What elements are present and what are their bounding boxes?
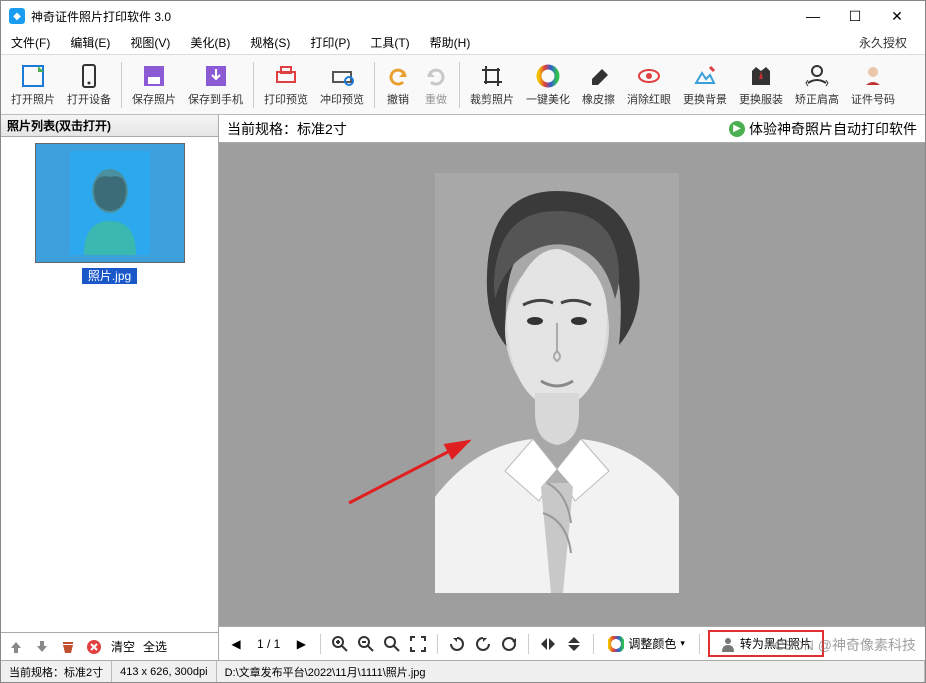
menu-help[interactable]: 帮助(H): [424, 32, 477, 53]
promo-link[interactable]: ▶ 体验神奇照片自动打印软件: [729, 119, 917, 139]
save-photo-button[interactable]: 保存照片: [126, 63, 182, 107]
bg-icon: [692, 63, 718, 89]
print-icon: [273, 63, 299, 89]
main-area: 照片列表(双击打开) 照片.jpg 清空 全选 当前规格： 标准2寸: [1, 115, 925, 660]
menubar: 文件(F) 编辑(E) 视图(V) 美化(B) 规格(S) 打印(P) 工具(T…: [1, 31, 925, 55]
annotation-arrow: [339, 433, 479, 513]
spec-label: 当前规格：: [227, 119, 297, 139]
license-label: 永久授权: [853, 32, 913, 53]
next-page-button[interactable]: ▶: [290, 633, 312, 655]
status-path: D:\文章发布平台\2022\11月\1111\照片.jpg: [217, 661, 925, 682]
idnum-icon: [860, 63, 886, 89]
photo-canvas[interactable]: [219, 143, 925, 626]
dropdown-icon: ▾: [680, 638, 685, 649]
undo-icon: [385, 63, 411, 89]
spec-value: 标准2寸: [297, 119, 347, 139]
sidebar: 照片列表(双击打开) 照片.jpg 清空 全选: [1, 115, 219, 660]
app-icon: ◆: [9, 8, 25, 24]
statusbar: 当前规格：标准2寸 413 x 626, 300dpi D:\文章发布平台\20…: [1, 660, 925, 682]
photo-thumb-frame: [35, 143, 185, 263]
menu-file[interactable]: 文件(F): [5, 32, 56, 53]
maximize-button[interactable]: ☐: [835, 2, 875, 30]
photo-thumb-caption: 照片.jpg: [35, 267, 185, 284]
save-phone-button[interactable]: 保存到手机: [182, 63, 249, 107]
id-number-button[interactable]: 证件号码: [845, 63, 901, 107]
flip-h-button[interactable]: [537, 633, 559, 655]
photo-preview: [435, 173, 679, 593]
adjust-color-button[interactable]: 调整颜色 ▾: [602, 633, 691, 654]
sidebar-header: 照片列表(双击打开): [1, 115, 218, 137]
save-phone-icon: [203, 63, 229, 89]
spec-bar: 当前规格： 标准2寸 ▶ 体验神奇照片自动打印软件: [219, 115, 925, 143]
open-device-button[interactable]: 打开设备: [61, 63, 117, 107]
zoom-out-button[interactable]: [355, 633, 377, 655]
menu-edit[interactable]: 编辑(E): [64, 32, 116, 53]
crop-button[interactable]: 裁剪照片: [464, 63, 520, 107]
photo-thumb[interactable]: 照片.jpg: [35, 143, 185, 284]
device-icon: [76, 63, 102, 89]
eraser-button[interactable]: 橡皮擦: [576, 63, 621, 107]
titlebar: ◆ 神奇证件照片打印软件 3.0 — ☐ ✕: [1, 1, 925, 31]
photo-list: 照片.jpg: [1, 137, 218, 632]
fullscreen-button[interactable]: [407, 633, 429, 655]
crop-icon: [479, 63, 505, 89]
menu-print[interactable]: 打印(P): [304, 32, 356, 53]
remove-button[interactable]: [85, 638, 103, 656]
open-photo-icon: [20, 63, 46, 89]
promo-icon: ▶: [729, 121, 745, 137]
print-preview-button[interactable]: 打印预览: [258, 63, 314, 107]
move-up-button[interactable]: [7, 638, 25, 656]
delete-button[interactable]: [59, 638, 77, 656]
photo-thumb-image: [70, 151, 150, 255]
change-clothes-button[interactable]: 更换服装: [733, 63, 789, 107]
redo-button[interactable]: 重做: [417, 63, 455, 107]
flip-v-button[interactable]: [563, 633, 585, 655]
clothes-icon: [748, 63, 774, 89]
minimize-button[interactable]: —: [793, 2, 833, 30]
watermark: CSDN @神奇像素科技: [774, 635, 916, 655]
color-wheel-icon: [608, 636, 624, 652]
redo-icon: [423, 63, 449, 89]
menu-beautify[interactable]: 美化(B): [184, 32, 236, 53]
move-down-button[interactable]: [33, 638, 51, 656]
status-spec: 当前规格：标准2寸: [1, 661, 112, 682]
undo-button[interactable]: 撤销: [379, 63, 417, 107]
person-icon: [720, 636, 736, 652]
rotate-right-button[interactable]: [472, 633, 494, 655]
select-all-button[interactable]: 全选: [143, 638, 167, 655]
clear-button[interactable]: 清空: [111, 638, 135, 655]
rotate-free-button[interactable]: [498, 633, 520, 655]
prev-page-button[interactable]: ◀: [225, 633, 247, 655]
redeye-icon: [636, 63, 662, 89]
shoulder-icon: [804, 63, 830, 89]
shoulder-button[interactable]: 矫正肩高: [789, 63, 845, 107]
beautify-icon: [535, 63, 561, 89]
redeye-button[interactable]: 消除红眼: [621, 63, 677, 107]
sidebar-footer: 清空 全选: [1, 632, 218, 660]
window-title: 神奇证件照片打印软件 3.0: [31, 8, 793, 25]
zoom-in-button[interactable]: [329, 633, 351, 655]
menu-view[interactable]: 视图(V): [124, 32, 176, 53]
rotate-left-button[interactable]: [446, 633, 468, 655]
page-indicator: 1 / 1: [257, 637, 280, 651]
develop-preview-button[interactable]: 冲印预览: [314, 63, 370, 107]
change-bg-button[interactable]: 更换背景: [677, 63, 733, 107]
toolbar: 打开照片 打开设备 保存照片 保存到手机 打印预览 冲印预览 撤销 重做 裁剪照…: [1, 55, 925, 115]
menu-tools[interactable]: 工具(T): [364, 32, 415, 53]
save-icon: [141, 63, 167, 89]
menu-spec[interactable]: 规格(S): [244, 32, 296, 53]
eraser-icon: [586, 63, 612, 89]
zoom-fit-button[interactable]: [381, 633, 403, 655]
status-dims: 413 x 626, 300dpi: [112, 661, 216, 682]
develop-icon: [329, 63, 355, 89]
beautify-button[interactable]: 一键美化: [520, 63, 576, 107]
content-area: 当前规格： 标准2寸 ▶ 体验神奇照片自动打印软件: [219, 115, 925, 660]
close-button[interactable]: ✕: [877, 2, 917, 30]
open-photo-button[interactable]: 打开照片: [5, 63, 61, 107]
